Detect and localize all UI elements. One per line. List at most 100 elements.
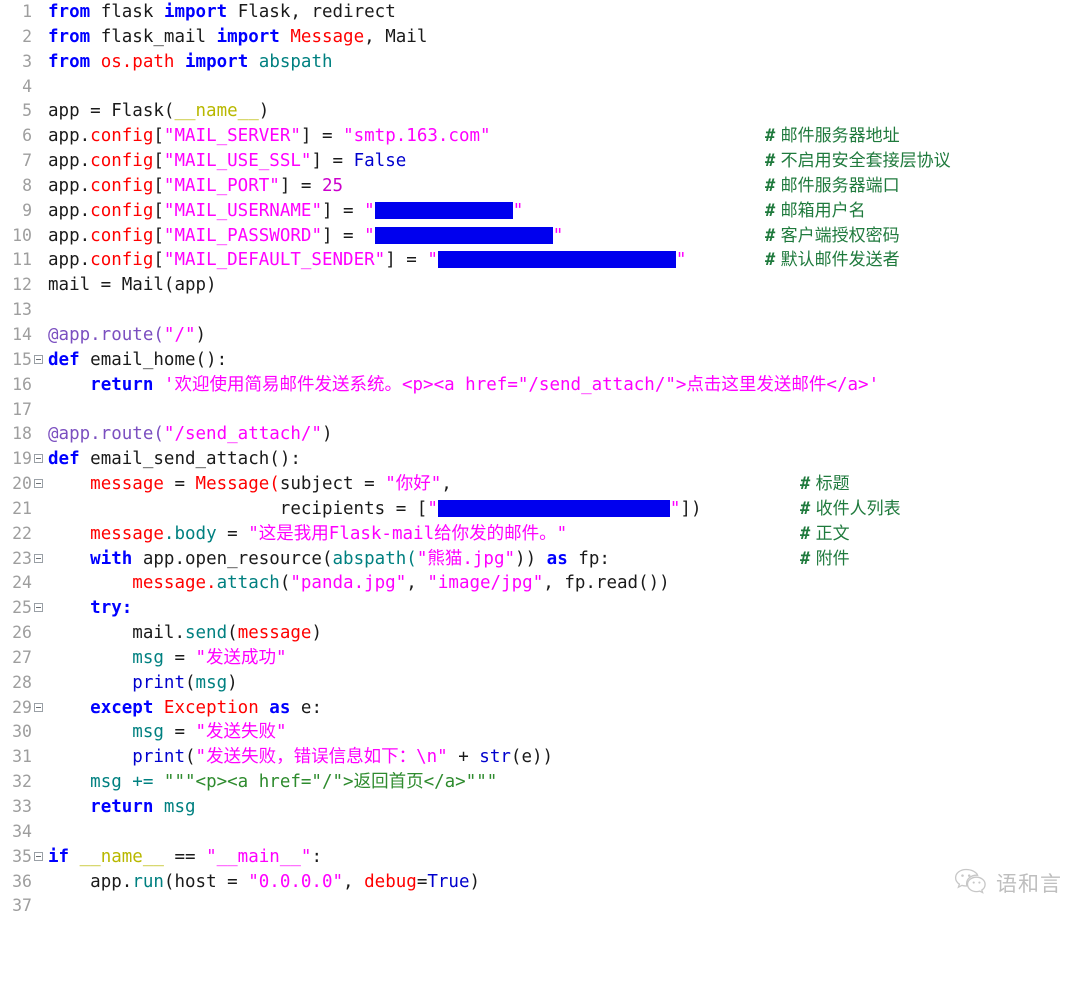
line-number: 11 xyxy=(12,250,32,270)
line-content: print(msg) xyxy=(48,671,238,696)
code-line: 4 xyxy=(0,75,1080,100)
code-line: 10 app.config["MAIL_PASSWORD"] = " " # 客户… xyxy=(0,224,1080,249)
token-paren: ( xyxy=(184,672,196,693)
token-module-flask-mail: flask_mail xyxy=(100,26,207,47)
token-keyword-import: import xyxy=(185,51,249,72)
token-quote: " xyxy=(675,250,687,271)
token-func-email-home: email_home xyxy=(90,349,196,370)
token-keyword-with: with xyxy=(90,548,133,569)
line-number: 6 xyxy=(22,126,32,146)
token-eq: = xyxy=(216,523,249,544)
watermark: 语和言 xyxy=(954,867,1062,899)
line-number: 18 xyxy=(12,424,32,444)
hash-icon: # xyxy=(765,200,776,221)
token-comma: , xyxy=(543,573,565,594)
token-kwarg-subject: subject = xyxy=(279,474,386,495)
line-number: 21 xyxy=(12,498,32,518)
token-eq: = xyxy=(163,647,196,668)
token-key-mail-username: MAIL_USERNAME xyxy=(174,200,312,221)
line-content: return '欢迎使用简易邮件发送系统。<p><a href="/send_a… xyxy=(48,373,879,398)
token-arg-e: (e)) xyxy=(510,747,554,768)
line-number: 3 xyxy=(22,51,32,71)
comment-text: 邮件服务器地址 xyxy=(780,126,900,147)
fold-marker[interactable] xyxy=(34,479,43,489)
token-var-msg: msg xyxy=(132,647,164,668)
code-line: 1 from flask import Flask, redirect xyxy=(0,0,1080,25)
comment-text: 邮件服务器端口 xyxy=(780,175,900,196)
token-attr-config: config xyxy=(90,151,154,172)
token-call-Message: Message( xyxy=(195,474,280,495)
code-editor[interactable]: 1 from flask import Flask, redirect 2 fr… xyxy=(0,0,1080,921)
fold-marker[interactable] xyxy=(34,553,43,563)
token-arg-msg: msg xyxy=(195,672,228,693)
line-content: app.config["MAIL_USE_SSL"] = False xyxy=(48,149,406,174)
token-string-image-jpg: "image/jpg" xyxy=(427,573,544,594)
token-string-panda-jpg: "panda.jpg" xyxy=(290,573,407,594)
token-paren: ) xyxy=(321,424,333,445)
code-line: 29 except Exception as e: xyxy=(0,696,1080,721)
token-keyword-from: from xyxy=(48,26,91,47)
line-content: app.config["MAIL_SERVER"] = "smtp.163.co… xyxy=(48,124,491,149)
fold-marker[interactable] xyxy=(34,454,43,464)
code-line: 31 print("发送失败，错误信息如下：\n" + str(e)) xyxy=(0,745,1080,770)
token-quote: " xyxy=(374,250,386,271)
token-string-send-fail: "发送失败" xyxy=(195,722,287,743)
token-keyword-from: from xyxy=(48,51,91,72)
line-number: 37 xyxy=(12,896,32,916)
line-content: message.body = "这是我用Flask-mail给你发的邮件。" xyxy=(48,522,567,547)
token-paren: ) xyxy=(227,672,238,693)
fold-marker[interactable] xyxy=(34,603,43,613)
token-string-panda-cn: "熊猫.jpg" xyxy=(416,548,516,569)
line-content: except Exception as e: xyxy=(48,696,322,721)
inline-comment: # 默认邮件发送者 xyxy=(765,248,900,273)
token-kwarg-debug: debug xyxy=(364,871,417,892)
line-content: app.run(host = "0.0.0.0", debug=True) xyxy=(48,870,480,895)
line-number: 27 xyxy=(12,647,32,667)
token-parens: )) xyxy=(515,548,537,569)
line-number: 28 xyxy=(12,672,32,692)
token-dunder-name: __name__ xyxy=(174,101,259,122)
line-content: def email_home(): xyxy=(48,348,227,373)
token-eq: = xyxy=(416,871,428,892)
fold-marker[interactable] xyxy=(34,851,43,861)
code-line: 9 app.config["MAIL_USERNAME"] = " " # 邮箱用… xyxy=(0,199,1080,224)
fold-marker[interactable] xyxy=(34,354,43,364)
line-number: 13 xyxy=(12,300,32,320)
token-string-body: "这是我用Flask-mail给你发的邮件。" xyxy=(248,523,568,544)
token-quote: " xyxy=(163,175,175,196)
token-call-Mail: Mail( xyxy=(121,275,175,296)
inline-comment: # 邮件服务器地址 xyxy=(765,124,900,149)
code-line: 32 msg += """<p><a href="/">返回首页</a>""" xyxy=(0,770,1080,795)
token-method-attach: attach xyxy=(216,573,280,594)
token-var-e: e: xyxy=(300,697,322,718)
token-call-Flask: Flask( xyxy=(111,101,175,122)
token-route-path: "/" xyxy=(163,324,196,345)
token-close-bracket-paren: ]) xyxy=(680,498,702,519)
token-quote: " xyxy=(427,498,438,519)
token-builtin-str: str xyxy=(479,747,511,768)
token-eq: = xyxy=(163,474,196,495)
token-obj-app: app. xyxy=(48,225,91,246)
token-string-send-ok: "发送成功" xyxy=(195,647,287,668)
token-quote: " xyxy=(311,200,322,221)
line-content: @app.route("/") xyxy=(48,323,206,348)
token-class-Exception: Exception xyxy=(163,697,259,718)
fold-marker[interactable] xyxy=(34,702,43,712)
token-keyword-as: as xyxy=(269,697,291,718)
line-number: 26 xyxy=(12,623,32,643)
token-keyword-return: return xyxy=(90,374,154,395)
token-keyword-from: from xyxy=(48,2,91,22)
hash-icon: # xyxy=(765,175,776,196)
token-string-subject: "你好" xyxy=(385,474,442,495)
line-number: 7 xyxy=(22,151,32,171)
token-quote: " xyxy=(669,498,681,519)
token-colon: : xyxy=(311,846,322,867)
token-string-dunder-main: "__main__" xyxy=(206,846,312,867)
comment-text: 邮箱用户名 xyxy=(780,200,866,221)
